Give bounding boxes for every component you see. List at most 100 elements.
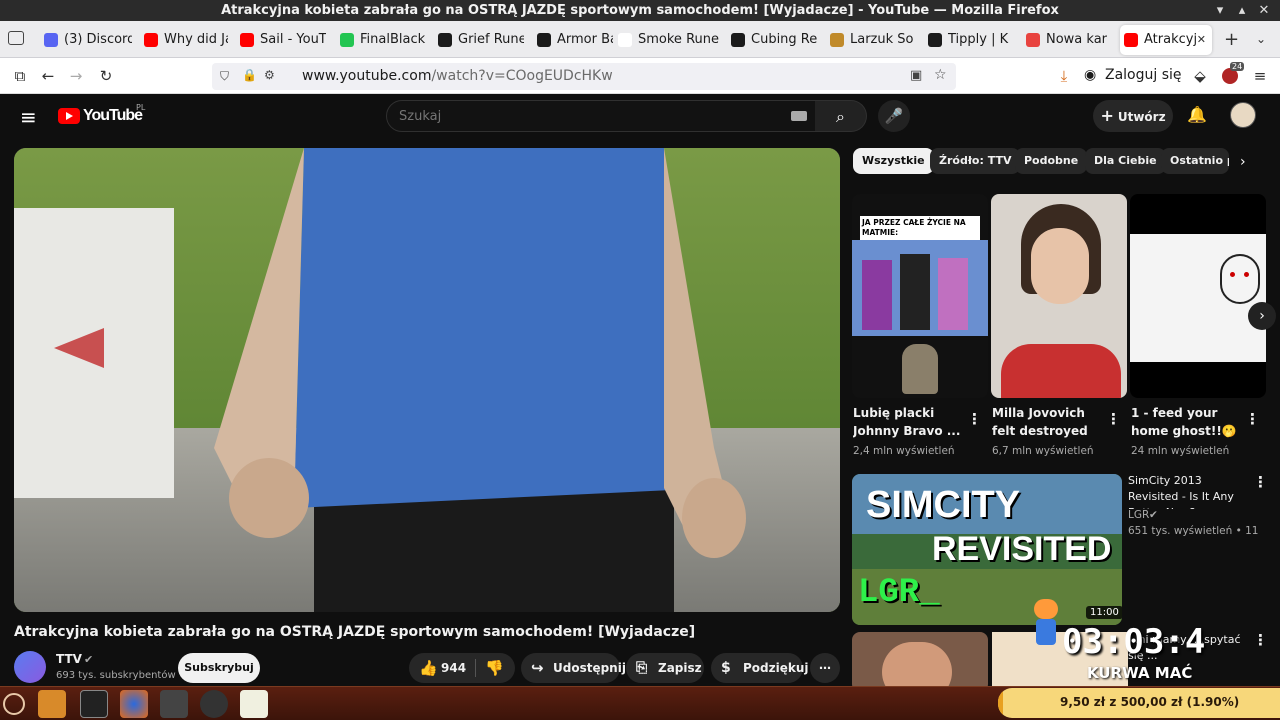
tab-label: Why did Ja (164, 32, 228, 47)
tab-8[interactable]: Cubing Re (727, 25, 819, 55)
tab-label: Sail - YouT (260, 32, 326, 47)
search-button[interactable]: ⌕ (815, 100, 867, 132)
file-manager-icon[interactable] (38, 690, 66, 718)
rec-title[interactable]: SimCity 2013 Revisited - Is It Any Bette… (1128, 473, 1246, 509)
tab-4[interactable]: FinalBlack (336, 25, 426, 55)
tab-close-icon[interactable]: ✕ (1197, 25, 1206, 55)
new-tab-icon[interactable]: + (1224, 29, 1239, 50)
share-button[interactable]: ↪ Udostępnij (521, 653, 626, 683)
short-views-1: 2,4 mln wyświetleń (853, 445, 955, 457)
short-more-icon-2[interactable]: ⋮ (1106, 411, 1121, 427)
dislike-icon[interactable]: 👎 (485, 653, 504, 683)
chip-all[interactable]: Wszystkie (853, 148, 934, 174)
more-actions-button[interactable]: ⋯ (810, 653, 840, 683)
reader-view-icon[interactable]: ▣ (910, 68, 922, 83)
hamburger-menu-icon[interactable]: ≡ (20, 105, 37, 129)
like-count[interactable]: 944 (441, 653, 466, 683)
shorts-next-button[interactable]: › (1248, 302, 1276, 330)
maximize-icon[interactable]: ▴ (1232, 0, 1252, 21)
thanks-button[interactable]: $ Podziękuj (711, 653, 809, 683)
search-box[interactable] (386, 100, 816, 132)
chips-next-icon[interactable]: › (1240, 154, 1246, 170)
video-player[interactable] (14, 148, 840, 612)
channel-name[interactable]: TTV (56, 652, 82, 666)
rec-more-icon[interactable]: ⋮ (1253, 474, 1268, 490)
short-title-2[interactable]: Milla Jovovich felt destroyed when ... (992, 404, 1104, 440)
tab-bar: (3) Discord Why did Ja Sail - YouT FinalBla… (0, 21, 1280, 58)
subscribe-button[interactable]: Subskrybuj (178, 653, 260, 683)
tab-1[interactable]: (3) Discord (40, 25, 132, 55)
notifications-bell-icon[interactable]: 🔔 (1187, 105, 1207, 124)
short-more-icon-1[interactable]: ⋮ (967, 411, 982, 427)
tab-5[interactable]: Grief Rune (434, 25, 524, 55)
minimize-icon[interactable]: ▾ (1210, 0, 1230, 21)
tab-favicon-icon (144, 33, 158, 47)
tab-label: FinalBlack (360, 32, 426, 47)
like-icon[interactable]: 👍 (419, 653, 438, 683)
ubuntu-menu-icon[interactable] (3, 693, 25, 715)
terminal-icon[interactable] (80, 690, 108, 718)
permissions-icon[interactable]: ⚙ (264, 68, 275, 82)
forward-icon[interactable]: → (64, 64, 88, 88)
shield-icon[interactable]: ⛉ (220, 69, 229, 84)
avatar[interactable] (1230, 102, 1256, 128)
login-label[interactable]: Zaloguj się (1105, 67, 1182, 83)
chip-similar[interactable]: Podobne (1015, 148, 1088, 174)
youtube-logo-text: YouTube (83, 107, 143, 124)
steam-icon[interactable] (160, 690, 188, 718)
short-thumbnail-2[interactable] (991, 194, 1127, 398)
create-button[interactable]: + Utwórz (1093, 100, 1173, 132)
voice-search-button[interactable]: 🎤 (878, 100, 910, 132)
tab-11[interactable]: Nowa kar (1022, 25, 1114, 55)
close-icon[interactable]: ✕ (1254, 0, 1274, 21)
tab-9[interactable]: Larzuk So (826, 25, 916, 55)
rec-thumbnail[interactable]: SIMCITY REVISITED LGR_ 11:00 (852, 474, 1122, 625)
url-text[interactable]: www.youtube.com/watch?v=COogEUDcHKw (302, 63, 613, 90)
bookmark-star-icon[interactable]: ☆ (934, 67, 947, 83)
thanks-label: Podziękuj (743, 661, 809, 675)
keyboard-icon[interactable] (791, 111, 807, 121)
reload-icon[interactable]: ↻ (94, 64, 118, 88)
search-icon: ⌕ (836, 107, 845, 126)
tab-overview-icon[interactable] (8, 31, 24, 45)
tab-12[interactable]: Atrakcyj ✕ (1120, 25, 1212, 55)
short-title-3[interactable]: 1 - feed your home ghost!!🫢 ... (1131, 404, 1243, 440)
short-thumbnail-1[interactable]: JA PRZEZ CAŁE ŻYCIE NA MATMIE: (852, 194, 988, 398)
short-title-1[interactable]: Lubię placki Johnny Bravo ... (853, 404, 965, 440)
save-button[interactable]: ⎘ Zapisz (626, 653, 704, 683)
lock-icon[interactable]: 🔒 (242, 68, 257, 82)
tab-label: Atrakcyj (1144, 32, 1198, 47)
tab-favicon-icon (44, 33, 58, 47)
search-input[interactable] (399, 106, 779, 126)
url-bar[interactable]: ⛉ 🔒 ⚙ www.youtube.com/watch?v=COogEUDcHK… (212, 63, 956, 90)
tab-list-icon[interactable]: ⌄ (1256, 32, 1266, 46)
chip-source[interactable]: Źródło: TTV (930, 148, 1021, 174)
like-dislike-group: 👍 944 👎 (409, 653, 515, 683)
account-icon[interactable]: ◉ (1084, 67, 1096, 83)
donation-bar: 9,50 zł z 500,00 zł (1.90%) (998, 688, 1280, 718)
rec2-more-icon[interactable]: ⋮ (1253, 632, 1268, 648)
back-icon[interactable]: ← (36, 64, 60, 88)
short-thumbnail-3[interactable] (1130, 194, 1266, 398)
tab-10[interactable]: Tipply | K (924, 25, 1016, 55)
tab-6[interactable]: Armor Ba (533, 25, 613, 55)
obs-icon[interactable] (200, 690, 228, 718)
download-icon[interactable]: ⤓ (1052, 64, 1076, 88)
text-editor-icon[interactable] (240, 690, 268, 718)
sidebar-icon[interactable]: ⧉ (8, 64, 32, 88)
chip-recent[interactable]: Ostatnio p (1161, 148, 1229, 174)
more-icon: ⋯ (819, 661, 831, 675)
tab-7[interactable]: Smoke Rune (614, 25, 724, 55)
country-code: PL (136, 103, 146, 112)
tab-2[interactable]: Why did Ja (140, 25, 228, 55)
extensions-icon[interactable]: ⬙ (1188, 64, 1212, 88)
rec-channel[interactable]: LGR (1128, 509, 1149, 521)
chip-for-you[interactable]: Dla Ciebie (1085, 148, 1166, 174)
microphone-icon: 🎤 (884, 107, 904, 125)
short-more-icon-3[interactable]: ⋮ (1245, 411, 1260, 427)
firefox-icon[interactable] (120, 690, 148, 718)
rec2-thumbnail[interactable] (852, 632, 988, 686)
tab-3[interactable]: Sail - YouT (236, 25, 326, 55)
channel-avatar[interactable] (14, 651, 46, 683)
menu-icon[interactable]: ≡ (1248, 64, 1272, 88)
